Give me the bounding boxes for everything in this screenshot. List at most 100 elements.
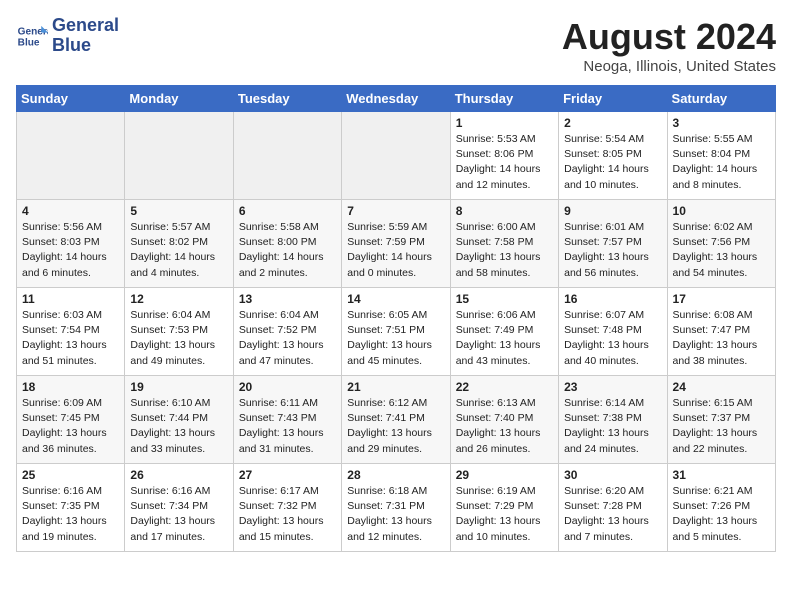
calendar-cell: 27 Sunrise: 6:17 AMSunset: 7:32 PMDayligh… [233,464,341,552]
cell-text: Sunrise: 5:56 AMSunset: 8:03 PMDaylight:… [22,220,119,281]
logo: General Blue GeneralBlue [16,16,119,56]
day-number: 17 [673,292,770,306]
cell-text: Sunrise: 6:16 AMSunset: 7:34 PMDaylight:… [130,484,227,545]
calendar-cell: 20 Sunrise: 6:11 AMSunset: 7:43 PMDayligh… [233,376,341,464]
cell-text: Sunrise: 6:04 AMSunset: 7:52 PMDaylight:… [239,308,336,369]
day-number: 9 [564,204,661,218]
week-row-3: 11Sunrise: 6:03 AMSunset: 7:54 PMDayligh… [17,288,776,376]
day-number: 24 [673,380,770,394]
calendar-cell: 26 Sunrise: 6:16 AMSunset: 7:34 PMDayligh… [125,464,233,552]
cell-text: Sunrise: 5:55 AMSunset: 8:04 PMDaylight:… [673,132,770,193]
cell-text: Sunrise: 6:05 AMSunset: 7:51 PMDaylight:… [347,308,444,369]
calendar-cell: 19 Sunrise: 6:10 AMSunset: 7:44 PMDayligh… [125,376,233,464]
calendar-cell: 4Sunrise: 5:56 AMSunset: 8:03 PMDaylight… [17,200,125,288]
calendar-cell: 10 Sunrise: 6:02 AMSunset: 7:56 PMDayligh… [667,200,775,288]
week-row-4: 18Sunrise: 6:09 AMSunset: 7:45 PMDayligh… [17,376,776,464]
day-number: 7 [347,204,444,218]
cell-text: Sunrise: 5:57 AMSunset: 8:02 PMDaylight:… [130,220,227,281]
calendar-cell: 23 Sunrise: 6:14 AMSunset: 7:38 PMDayligh… [559,376,667,464]
day-number: 14 [347,292,444,306]
week-row-2: 4Sunrise: 5:56 AMSunset: 8:03 PMDaylight… [17,200,776,288]
calendar-cell: 11Sunrise: 6:03 AMSunset: 7:54 PMDayligh… [17,288,125,376]
day-number: 3 [673,116,770,130]
cell-text: Sunrise: 6:13 AMSunset: 7:40 PMDaylight:… [456,396,553,457]
calendar-cell: 15 Sunrise: 6:06 AMSunset: 7:49 PMDayligh… [450,288,558,376]
day-number: 25 [22,468,119,482]
column-header-tuesday: Tuesday [233,86,341,112]
day-number: 20 [239,380,336,394]
day-number: 8 [456,204,553,218]
calendar-cell: 16 Sunrise: 6:07 AMSunset: 7:48 PMDayligh… [559,288,667,376]
calendar-cell: 1 Sunrise: 5:53 AMSunset: 8:06 PMDaylight… [450,112,558,200]
cell-text: Sunrise: 6:21 AMSunset: 7:26 PMDaylight:… [673,484,770,545]
cell-text: Sunrise: 6:11 AMSunset: 7:43 PMDaylight:… [239,396,336,457]
calendar-cell: 14 Sunrise: 6:05 AMSunset: 7:51 PMDayligh… [342,288,450,376]
day-number: 18 [22,380,119,394]
column-header-sunday: Sunday [17,86,125,112]
calendar-cell: 8 Sunrise: 6:00 AMSunset: 7:58 PMDaylight… [450,200,558,288]
day-number: 13 [239,292,336,306]
calendar-cell: 12 Sunrise: 6:04 AMSunset: 7:53 PMDayligh… [125,288,233,376]
cell-text: Sunrise: 6:10 AMSunset: 7:44 PMDaylight:… [130,396,227,457]
day-number: 23 [564,380,661,394]
cell-text: Sunrise: 6:12 AMSunset: 7:41 PMDaylight:… [347,396,444,457]
day-number: 30 [564,468,661,482]
cell-text: Sunrise: 6:08 AMSunset: 7:47 PMDaylight:… [673,308,770,369]
calendar-cell: 24 Sunrise: 6:15 AMSunset: 7:37 PMDayligh… [667,376,775,464]
day-number: 22 [456,380,553,394]
calendar-cell: 3 Sunrise: 5:55 AMSunset: 8:04 PMDaylight… [667,112,775,200]
cell-text: Sunrise: 5:53 AMSunset: 8:06 PMDaylight:… [456,132,553,193]
cell-text: Sunrise: 6:15 AMSunset: 7:37 PMDaylight:… [673,396,770,457]
calendar-header: SundayMondayTuesdayWednesdayThursdayFrid… [17,86,776,112]
cell-text: Sunrise: 5:59 AMSunset: 7:59 PMDaylight:… [347,220,444,281]
cell-text: Sunrise: 6:04 AMSunset: 7:53 PMDaylight:… [130,308,227,369]
day-number: 29 [456,468,553,482]
day-number: 1 [456,116,553,130]
day-number: 15 [456,292,553,306]
day-number: 26 [130,468,227,482]
calendar-cell [125,112,233,200]
calendar-cell: 18Sunrise: 6:09 AMSunset: 7:45 PMDayligh… [17,376,125,464]
cell-text: Sunrise: 6:14 AMSunset: 7:38 PMDaylight:… [564,396,661,457]
calendar-cell: 17 Sunrise: 6:08 AMSunset: 7:47 PMDayligh… [667,288,775,376]
calendar-cell: 21 Sunrise: 6:12 AMSunset: 7:41 PMDayligh… [342,376,450,464]
cell-text: Sunrise: 6:00 AMSunset: 7:58 PMDaylight:… [456,220,553,281]
page-header: General Blue GeneralBlue August 2024 Neo… [16,16,776,75]
day-number: 27 [239,468,336,482]
cell-text: Sunrise: 6:20 AMSunset: 7:28 PMDaylight:… [564,484,661,545]
calendar-table: SundayMondayTuesdayWednesdayThursdayFrid… [16,85,776,552]
cell-text: Sunrise: 6:07 AMSunset: 7:48 PMDaylight:… [564,308,661,369]
location: Neoga, Illinois, United States [562,58,776,75]
calendar-cell: 5Sunrise: 5:57 AMSunset: 8:02 PMDaylight… [125,200,233,288]
cell-text: Sunrise: 6:16 AMSunset: 7:35 PMDaylight:… [22,484,119,545]
day-number: 10 [673,204,770,218]
day-number: 2 [564,116,661,130]
calendar-cell: 2 Sunrise: 5:54 AMSunset: 8:05 PMDaylight… [559,112,667,200]
column-header-friday: Friday [559,86,667,112]
week-row-5: 25 Sunrise: 6:16 AMSunset: 7:35 PMDayligh… [17,464,776,552]
day-number: 12 [130,292,227,306]
column-header-wednesday: Wednesday [342,86,450,112]
cell-text: Sunrise: 6:02 AMSunset: 7:56 PMDaylight:… [673,220,770,281]
calendar-cell: 30 Sunrise: 6:20 AMSunset: 7:28 PMDayligh… [559,464,667,552]
title-block: August 2024 Neoga, Illinois, United Stat… [562,16,776,75]
calendar-cell: 22 Sunrise: 6:13 AMSunset: 7:40 PMDayligh… [450,376,558,464]
cell-text: Sunrise: 5:54 AMSunset: 8:05 PMDaylight:… [564,132,661,193]
day-number: 19 [130,380,227,394]
header-row: SundayMondayTuesdayWednesdayThursdayFrid… [17,86,776,112]
cell-text: Sunrise: 5:58 AMSunset: 8:00 PMDaylight:… [239,220,336,281]
calendar-cell: 29 Sunrise: 6:19 AMSunset: 7:29 PMDayligh… [450,464,558,552]
calendar-cell: 13 Sunrise: 6:04 AMSunset: 7:52 PMDayligh… [233,288,341,376]
cell-text: Sunrise: 6:17 AMSunset: 7:32 PMDaylight:… [239,484,336,545]
logo-text: GeneralBlue [52,16,119,56]
calendar-body: 1 Sunrise: 5:53 AMSunset: 8:06 PMDaylight… [17,112,776,552]
calendar-cell: 28Sunrise: 6:18 AMSunset: 7:31 PMDayligh… [342,464,450,552]
day-number: 6 [239,204,336,218]
calendar-cell: 7 Sunrise: 5:59 AMSunset: 7:59 PMDaylight… [342,200,450,288]
cell-text: Sunrise: 6:19 AMSunset: 7:29 PMDaylight:… [456,484,553,545]
cell-text: Sunrise: 6:06 AMSunset: 7:49 PMDaylight:… [456,308,553,369]
day-number: 21 [347,380,444,394]
day-number: 16 [564,292,661,306]
column-header-saturday: Saturday [667,86,775,112]
column-header-thursday: Thursday [450,86,558,112]
